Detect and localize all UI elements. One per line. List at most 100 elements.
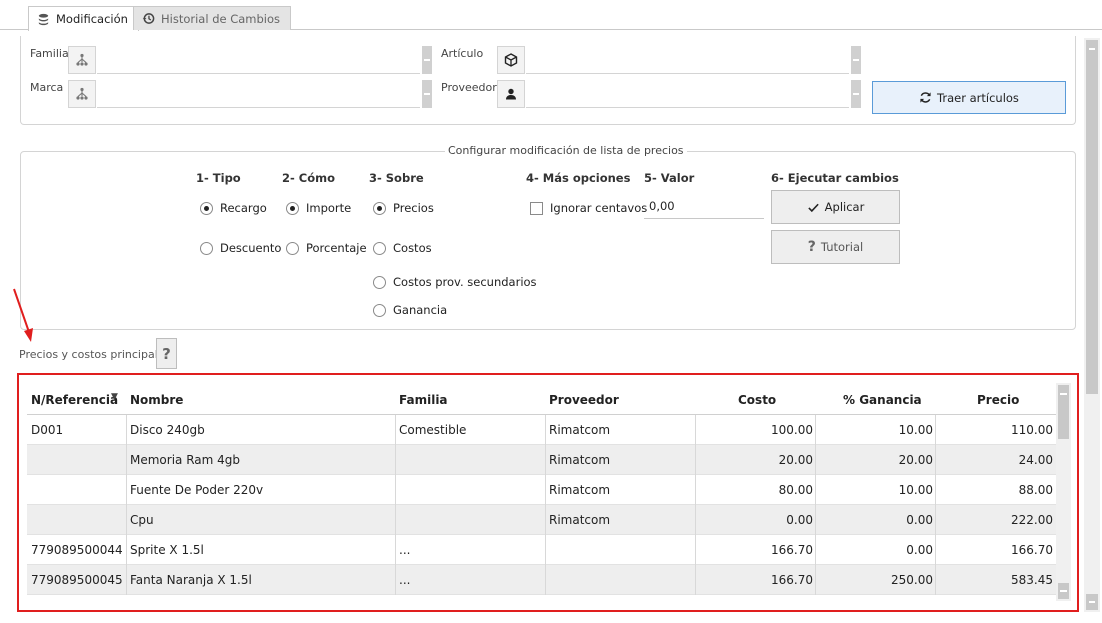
column-divider — [545, 445, 546, 475]
col-header-costo[interactable]: Costo — [738, 393, 776, 407]
column-divider — [545, 475, 546, 505]
radio-costos[interactable]: Costos — [373, 241, 432, 255]
column-divider — [395, 505, 396, 535]
checkbox-box — [530, 201, 543, 215]
scroll-down-icon — [1060, 590, 1067, 592]
traer-articulos-button[interactable]: Traer artículos — [872, 81, 1066, 114]
config-legend: Configurar modificación de lista de prec… — [445, 144, 687, 157]
col-header-referencia[interactable]: N/Referencia — [31, 393, 118, 407]
cell-ganancia: 0.00 — [906, 513, 933, 527]
proveedor-input[interactable] — [526, 80, 849, 108]
cell-nombre: Fuente De Poder 220v — [130, 483, 264, 497]
cell-proveedor: Rimatcom — [549, 453, 611, 467]
radio-label: Recargo — [220, 201, 267, 215]
price-table: N/Referencia ▼ Nombre Familia Proveedor … — [17, 373, 1079, 612]
column-divider — [395, 415, 396, 445]
cell-ganancia: 250.00 — [891, 573, 933, 587]
scroll-down-icon — [1089, 601, 1095, 603]
como-header: 2- Cómo — [282, 171, 336, 185]
marca-dropdown-toggle[interactable] — [422, 80, 432, 108]
articulo-label: Artículo — [441, 47, 484, 60]
familia-dropdown-toggle[interactable] — [422, 46, 432, 74]
col-header-nombre[interactable]: Nombre — [130, 393, 183, 407]
table-row-partial — [27, 595, 1058, 607]
table-row[interactable]: D001 Disco 240gb Comestible Rimatcom 100.00 1… — [27, 415, 1058, 445]
scroll-up-icon — [1089, 48, 1095, 50]
column-divider — [395, 535, 396, 565]
table-scrollbar[interactable] — [1056, 383, 1071, 601]
ignorar-centavos-checkbox[interactable]: Ignorar centavos — [530, 201, 647, 215]
cell-nombre: Cpu — [130, 513, 154, 527]
valor-input[interactable]: 0,00 — [644, 193, 764, 219]
radio-importe[interactable]: Importe — [286, 201, 351, 215]
col-header-proveedor[interactable]: Proveedor — [549, 393, 619, 407]
cell-costo: 0.00 — [786, 513, 813, 527]
articulo-input[interactable] — [526, 46, 849, 74]
col-header-precio[interactable]: Precio — [977, 393, 1019, 407]
cell-costo: 80.00 — [778, 483, 813, 497]
cell-proveedor: Rimatcom — [549, 483, 611, 497]
radio-label: Importe — [306, 201, 352, 215]
page-scrollbar[interactable] — [1084, 38, 1100, 612]
radio-label: Costos prov. secundarios — [393, 275, 537, 289]
column-divider — [935, 565, 936, 595]
refresh-icon — [920, 92, 931, 103]
column-divider — [545, 565, 546, 595]
radio-porcentaje[interactable]: Porcentaje — [286, 241, 367, 255]
cell-precio: 166.70 — [1011, 543, 1053, 557]
annotation-arrow — [13, 288, 33, 342]
page-scrollbar-thumb[interactable] — [1086, 40, 1098, 394]
marca-picker-button[interactable] — [68, 80, 96, 108]
cell-referencia: 7790895000454... — [31, 573, 122, 587]
radio-label: Ganancia — [393, 303, 448, 317]
radio-costos-prov-secundarios[interactable]: Costos prov. secundarios — [373, 275, 537, 289]
marca-label: Marca — [30, 81, 64, 94]
radio-recargo[interactable]: Recargo — [200, 201, 267, 215]
history-icon — [142, 13, 155, 24]
cell-costo: 20.00 — [778, 453, 813, 467]
tipo-header: 1- Tipo — [196, 171, 241, 185]
table-row[interactable]: 7790895000447... Sprite X 1.5l... 166.70 0.… — [27, 535, 1058, 565]
person-icon — [506, 88, 516, 100]
radio-indicator — [373, 303, 386, 317]
radio-indicator — [200, 241, 213, 255]
tab-modificacion[interactable]: Modificación — [28, 6, 139, 31]
tutorial-button[interactable]: ? Tutorial — [771, 230, 900, 264]
radio-precios[interactable]: Precios — [373, 201, 434, 215]
articulo-picker-button[interactable] — [497, 46, 525, 74]
proveedor-dropdown-toggle[interactable] — [851, 80, 861, 108]
col-header-ganancia[interactable]: % Ganancia — [843, 393, 922, 407]
familia-input[interactable] — [97, 46, 420, 74]
sobre-header: 3- Sobre — [369, 171, 424, 185]
column-divider — [815, 505, 816, 535]
radio-indicator — [286, 241, 299, 255]
articulo-dropdown-toggle[interactable] — [851, 46, 861, 74]
tab-historial[interactable]: Historial de Cambios — [133, 6, 292, 30]
column-divider — [126, 445, 127, 475]
column-divider — [126, 415, 127, 445]
section-help-button[interactable]: ? — [156, 338, 177, 369]
familia-label: Familia — [30, 47, 69, 60]
cell-nombre: Fanta Naranja X 1.5l — [130, 573, 252, 587]
database-icon — [38, 13, 49, 25]
column-divider — [395, 445, 396, 475]
cell-nombre: Sprite X 1.5l — [130, 543, 204, 557]
radio-descuento[interactable]: Descuento — [200, 241, 281, 255]
check-icon — [807, 203, 819, 212]
table-row[interactable]: Memoria Ram 4gb Rimatcom 20.00 20.00 24.00 — [27, 445, 1058, 475]
table-row[interactable]: Fuente De Poder 220v Rimatcom 80.00 10.00 88… — [27, 475, 1058, 505]
radio-indicator — [373, 201, 386, 215]
cell-ganancia: 20.00 — [898, 453, 933, 467]
col-header-familia[interactable]: Familia — [399, 393, 448, 407]
cell-costo: 166.70 — [771, 573, 813, 587]
marca-input[interactable] — [97, 80, 420, 108]
table-row[interactable]: Cpu Rimatcom 0.00 0.00 222.00 — [27, 505, 1058, 535]
cell-ganancia: 10.00 — [898, 483, 933, 497]
proveedor-picker-button[interactable] — [497, 80, 525, 108]
table-row[interactable]: 7790895000454... Fanta Naranja X 1.5l... 1… — [27, 565, 1058, 595]
cell-costo: 166.70 — [771, 543, 813, 557]
question-icon: ? — [807, 239, 816, 255]
familia-picker-button[interactable] — [68, 46, 96, 74]
aplicar-button[interactable]: Aplicar — [771, 190, 900, 224]
radio-ganancia[interactable]: Ganancia — [373, 303, 447, 317]
